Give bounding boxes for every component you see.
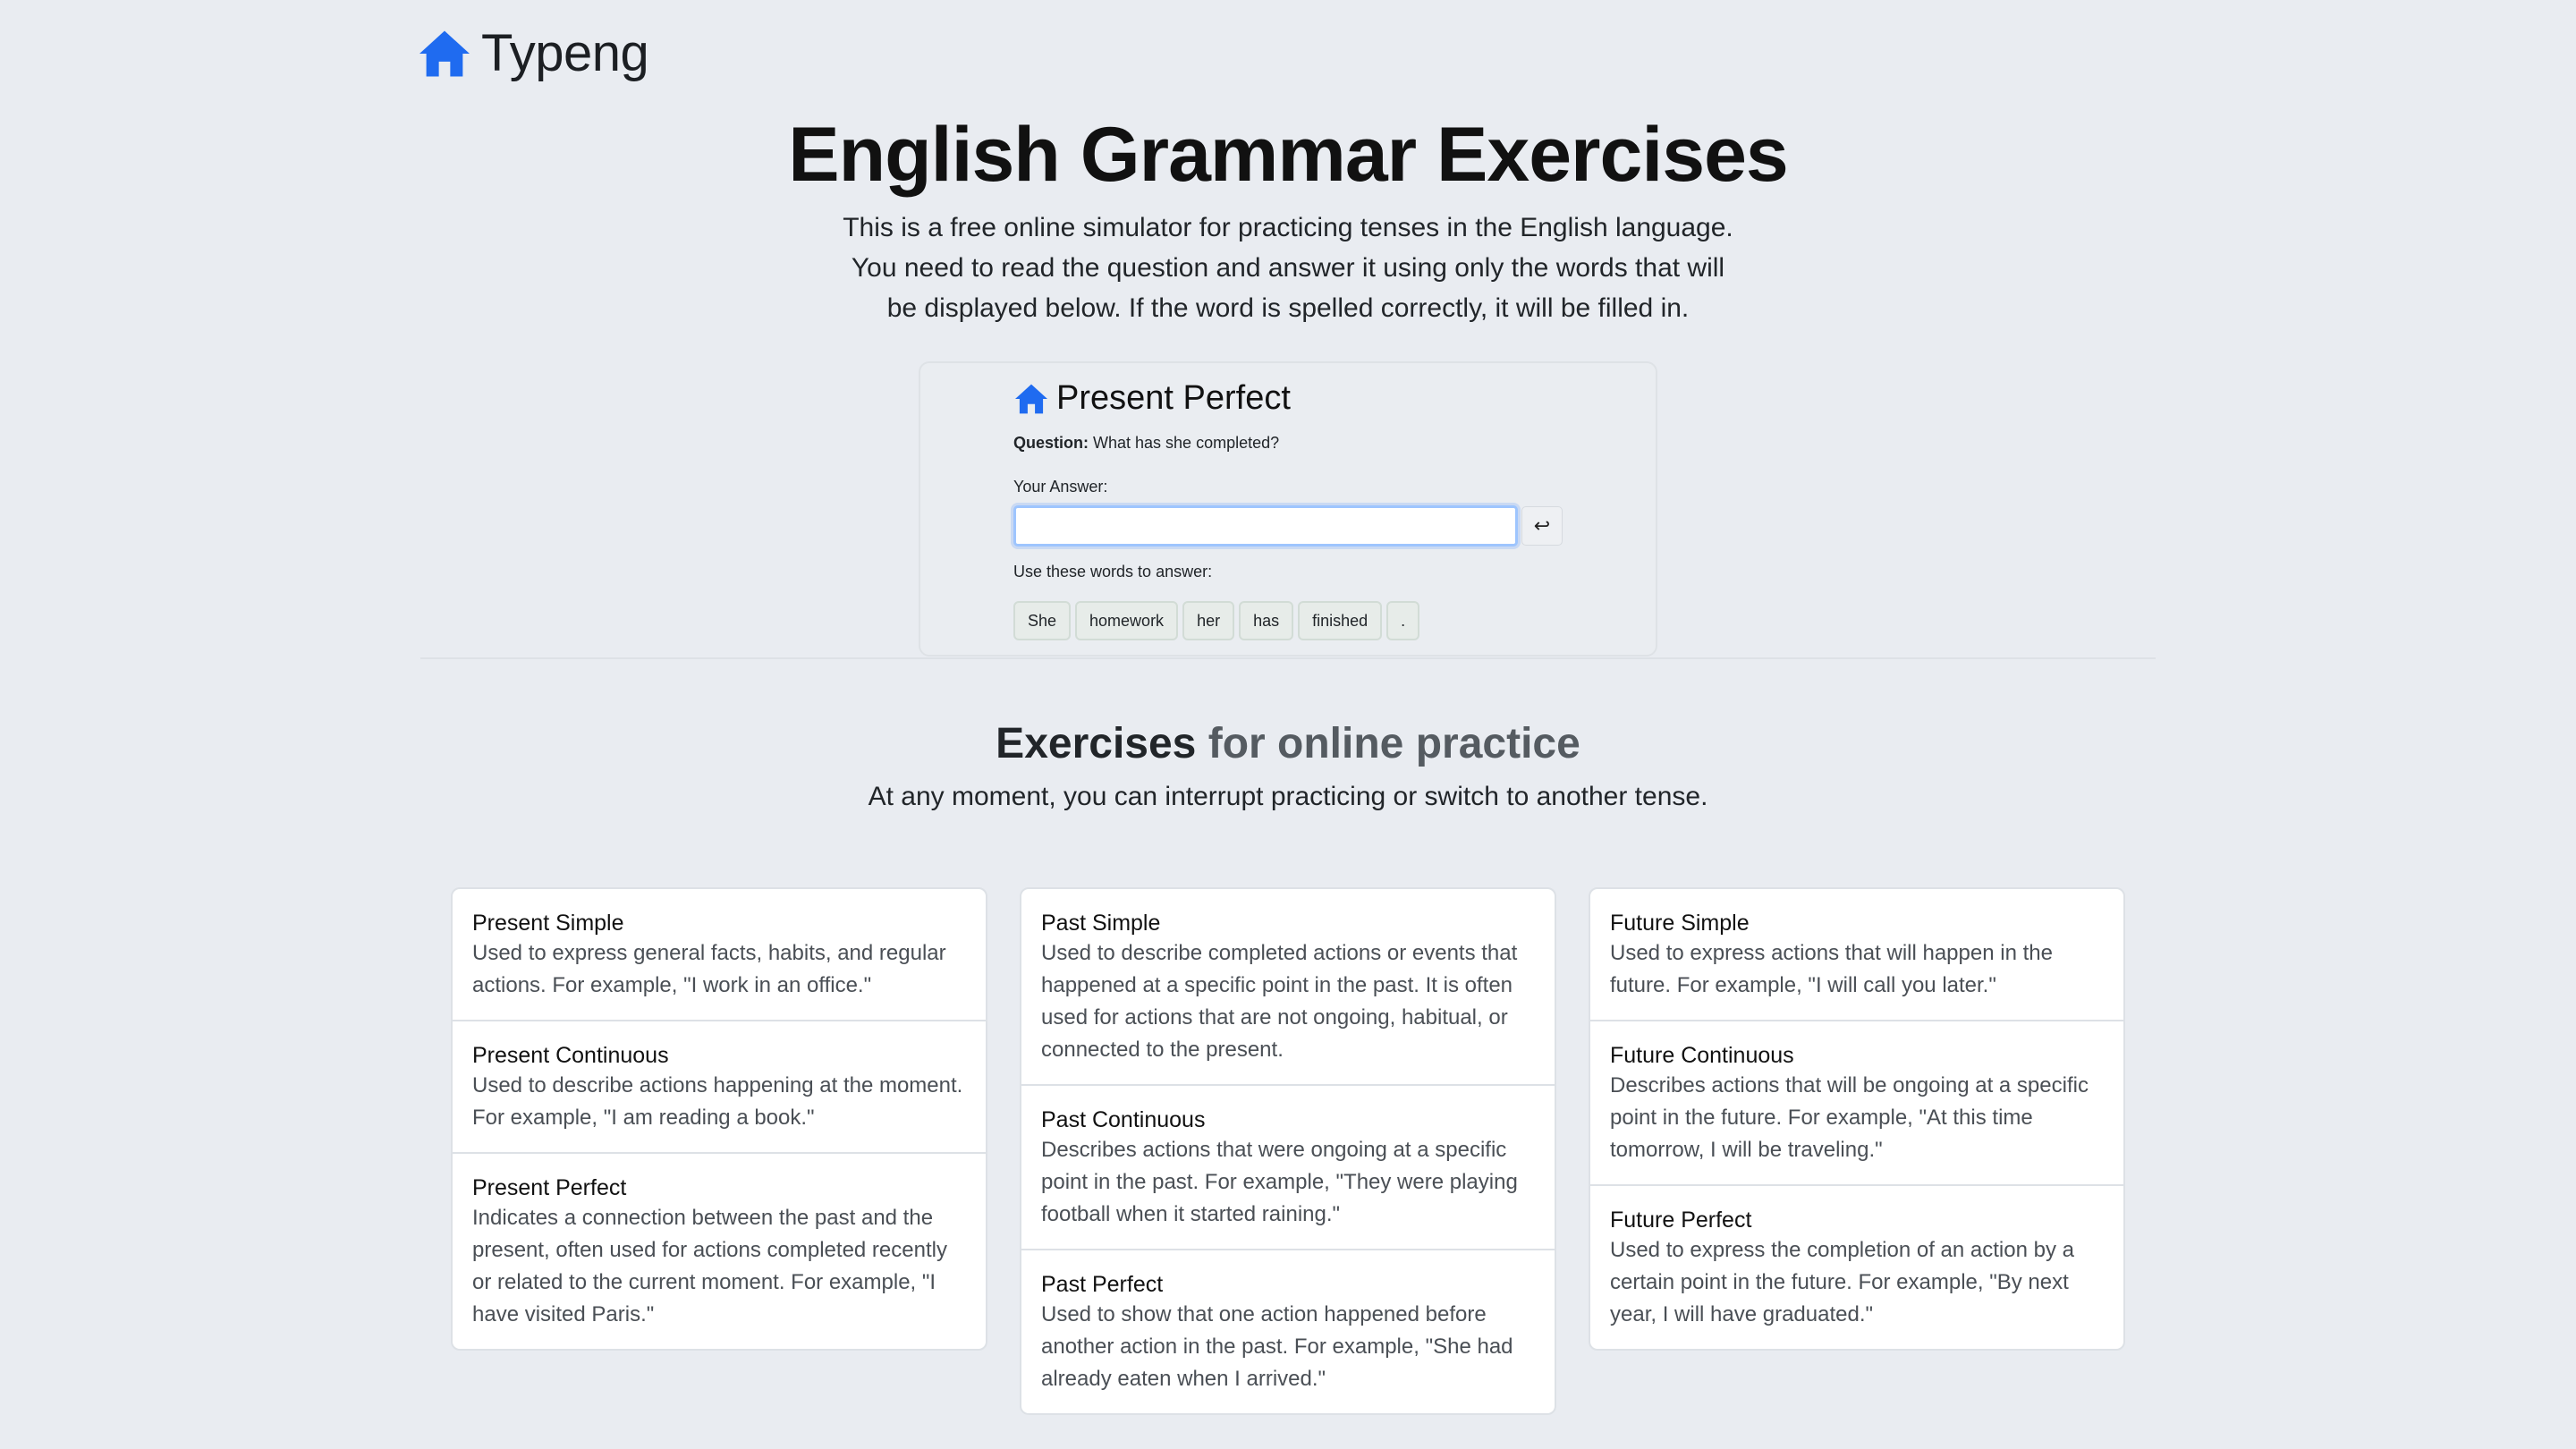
tense-item-future-perfect[interactable]: Future Perfect Used to express the compl…: [1590, 1184, 2123, 1349]
tense-list-future: Future Simple Used to express actions th…: [1589, 887, 2125, 1351]
exercises-title-main: Exercises: [996, 720, 1197, 767]
question: Question: What has she completed?: [1013, 434, 1586, 453]
page-description: This is a free online simulator for prac…: [841, 208, 1735, 328]
tense-list-past: Past Simple Used to describe completed a…: [1020, 887, 1556, 1415]
logo-text: Typeng: [481, 24, 649, 82]
tense-item-future-simple[interactable]: Future Simple Used to express actions th…: [1590, 889, 2123, 1020]
home-logo-link[interactable]: Typeng: [417, 23, 649, 83]
description-line: be displayed below. If the word is spell…: [886, 293, 1690, 323]
tense-title: Future Perfect: [1610, 1208, 1752, 1233]
submit-answer-button[interactable]: ↩: [1521, 506, 1563, 546]
tense-title: Future Continuous: [1610, 1043, 1794, 1068]
description-line: This is a free online simulator for prac…: [843, 213, 1733, 242]
tense-item-present-simple[interactable]: Present Simple Used to express general f…: [453, 889, 986, 1020]
answer-input[interactable]: [1013, 505, 1518, 547]
tense-item-present-continuous[interactable]: Present Continuous Used to describe acti…: [453, 1020, 986, 1152]
tense-description: Used to show that one action happened be…: [1041, 1302, 1513, 1391]
exercises-title: Exercises for online practice: [0, 719, 2576, 768]
tense-description: Used to describe completed actions or ev…: [1041, 941, 1518, 1062]
tense-item-past-simple[interactable]: Past Simple Used to describe completed a…: [1021, 889, 1555, 1084]
word-chip[interactable]: .: [1386, 601, 1420, 640]
tense-item-past-continuous[interactable]: Past Continuous Describes actions that w…: [1021, 1084, 1555, 1249]
tense-description: Used to express actions that will happen…: [1610, 941, 2053, 997]
tense-title: Present Simple: [472, 911, 624, 936]
word-chip[interactable]: She: [1013, 601, 1072, 640]
word-chips: She homework her has finished .: [1013, 601, 1586, 640]
tense-description: Used to describe actions happening at th…: [472, 1073, 963, 1130]
question-text: What has she completed?: [1093, 434, 1280, 452]
demo-title: Present Perfect: [1013, 379, 1586, 418]
enter-icon: ↩: [1533, 514, 1551, 537]
words-label: Use these words to answer:: [1013, 563, 1213, 580]
answer-label: Your Answer:: [1013, 478, 1108, 496]
word-chip[interactable]: has: [1239, 601, 1294, 640]
page-title: English Grammar Exercises: [788, 112, 1788, 198]
word-chip[interactable]: finished: [1298, 601, 1383, 640]
section-divider: [420, 657, 2156, 659]
tense-description: Describes actions that will be ongoing a…: [1610, 1073, 2089, 1162]
tense-title: Past Continuous: [1041, 1107, 1206, 1132]
word-chip[interactable]: her: [1182, 601, 1235, 640]
tense-item-present-perfect[interactable]: Present Perfect Indicates a connection b…: [453, 1152, 986, 1349]
tense-description: Used to express the completion of an act…: [1610, 1238, 2074, 1326]
tense-title: Present Perfect: [472, 1175, 627, 1200]
description-line: You need to read the question and answer…: [851, 253, 1725, 283]
exercises-title-muted: for online practice: [1208, 720, 1580, 767]
question-label: Question:: [1013, 434, 1089, 452]
tense-title: Future Simple: [1610, 911, 1750, 936]
tense-item-future-continuous[interactable]: Future Continuous Describes actions that…: [1590, 1020, 2123, 1184]
tense-description: Describes actions that were ongoing at a…: [1041, 1138, 1518, 1226]
demo-exercise-card: Present Perfect Question: What has she c…: [919, 361, 1657, 657]
answer-row: ↩: [1013, 505, 1586, 547]
house-icon: [1013, 383, 1049, 415]
tense-title: Past Perfect: [1041, 1272, 1164, 1297]
tense-description: Used to express general facts, habits, a…: [472, 941, 946, 997]
tense-title: Past Simple: [1041, 911, 1161, 936]
tense-item-past-perfect[interactable]: Past Perfect Used to show that one actio…: [1021, 1249, 1555, 1413]
word-chip[interactable]: homework: [1075, 601, 1179, 640]
house-icon: [417, 29, 472, 79]
demo-tense-title: Present Perfect: [1056, 379, 1291, 417]
tense-title: Present Continuous: [472, 1043, 669, 1068]
tense-list-present: Present Simple Used to express general f…: [451, 887, 987, 1351]
tense-description: Indicates a connection between the past …: [472, 1206, 947, 1326]
exercises-subtitle: At any moment, you can interrupt practic…: [868, 782, 1708, 811]
